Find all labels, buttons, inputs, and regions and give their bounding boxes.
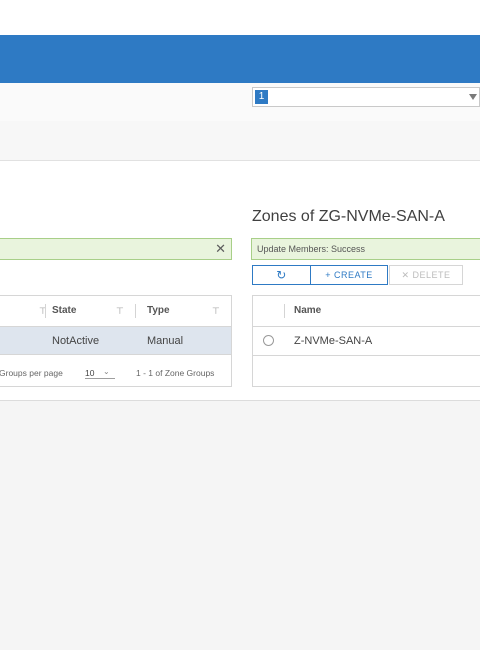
top-bar (0, 0, 480, 35)
range-text: 1 - 1 of Zone Groups (136, 368, 215, 378)
select-badge: 1 (255, 90, 268, 104)
zone-groups-grid: ⊤ State ⊤ Type ⊤ NotActive Manual Groups… (0, 295, 232, 387)
column-header-type[interactable]: Type (147, 296, 170, 326)
table-row[interactable]: Z-NVMe-SAN-A (253, 326, 480, 356)
per-page-label: Groups per page (0, 368, 63, 378)
zones-grid: Name Z-NVMe-SAN-A (252, 295, 480, 387)
sub-bar (0, 160, 480, 202)
per-page-select[interactable]: 10 (85, 368, 115, 379)
cell-type: Manual (147, 335, 184, 347)
app-header (0, 35, 480, 83)
row-radio[interactable] (263, 335, 274, 346)
zones-alert: Update Members: Success (251, 238, 480, 260)
chevron-down-icon[interactable] (469, 94, 477, 100)
cell-state: NotActive (52, 335, 100, 347)
zone-groups-alert: ✕ (0, 238, 232, 260)
column-header-state[interactable]: State (52, 296, 76, 326)
filter-icon[interactable]: ⊤ (116, 296, 124, 326)
column-separator (135, 304, 136, 318)
toolbar-secondary (0, 121, 480, 160)
column-separator (45, 304, 46, 318)
refresh-icon: ↻ (276, 268, 287, 282)
zones-title: Zones of ZG-NVMe-SAN-A (252, 208, 445, 225)
fabric-select[interactable]: 1 (252, 87, 480, 107)
table-row[interactable]: NotActive Manual (0, 326, 231, 355)
refresh-button[interactable]: ↻ (252, 265, 311, 285)
column-separator (284, 304, 285, 318)
create-button[interactable]: + CREATE (310, 265, 388, 285)
column-header-name[interactable]: Name (294, 296, 321, 326)
zones-actions: ↻ + CREATE ✕ DELETE (252, 265, 464, 285)
cell-name: Z-NVMe-SAN-A (294, 335, 373, 347)
close-icon[interactable]: ✕ (215, 241, 226, 257)
filter-icon[interactable]: ⊤ (212, 296, 220, 326)
chevron-down-icon[interactable]: ⌄ (103, 367, 110, 376)
delete-button[interactable]: ✕ DELETE (389, 265, 463, 285)
